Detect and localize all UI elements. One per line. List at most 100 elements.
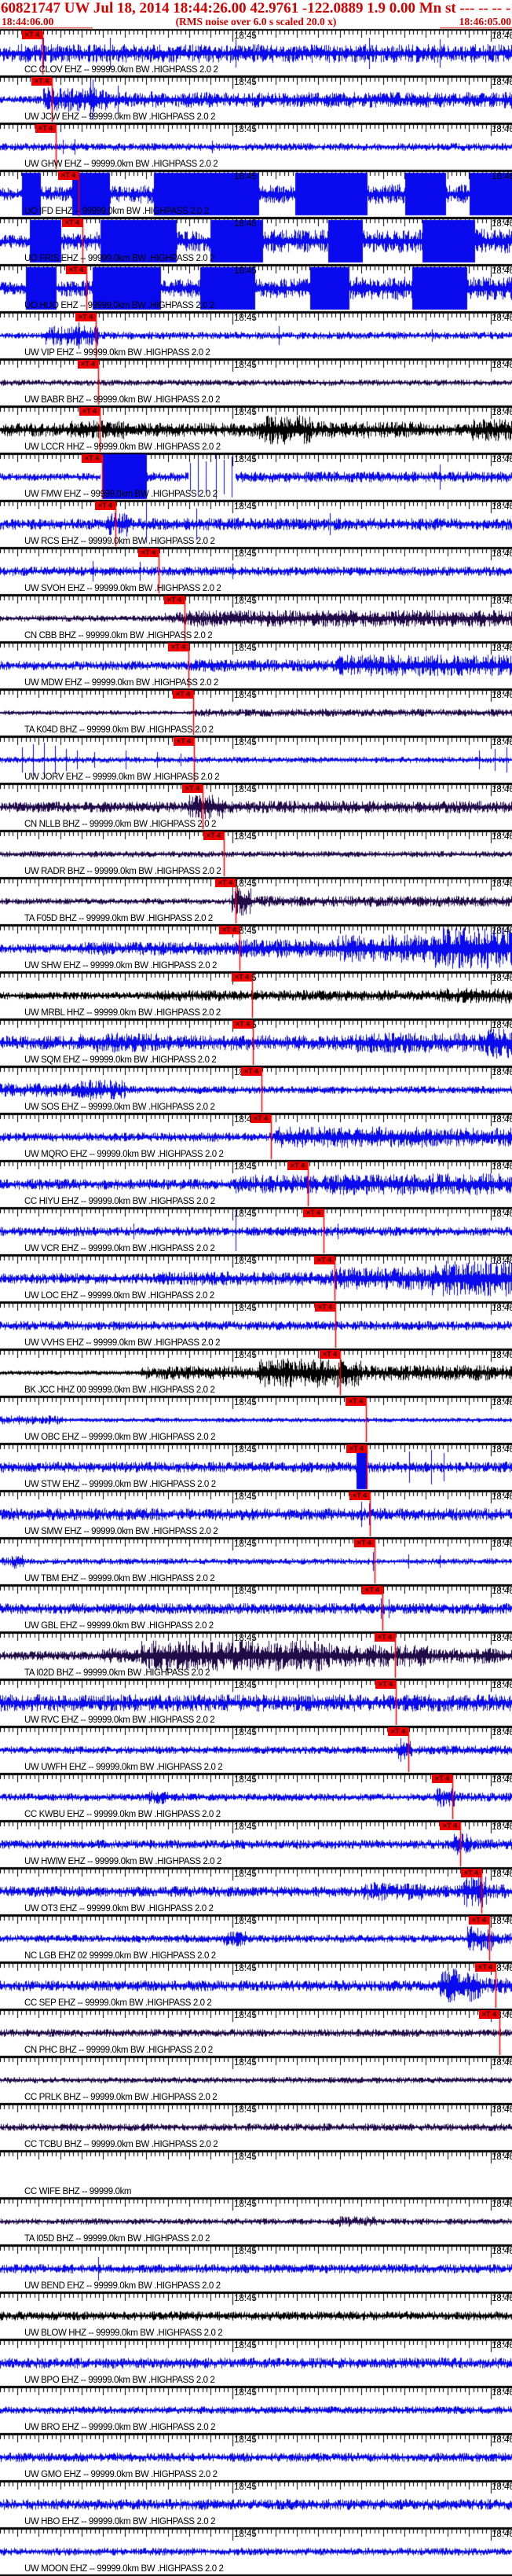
minute-label: 18:45 [234,785,257,794]
trace-label: TA I02D BHZ -- 99999.0km BW .HIGHPASS 2.… [24,1668,210,1678]
pick-flag[interactable]: ×T 4 [82,454,102,463]
pick-flag[interactable]: ×T 4 [219,926,240,934]
trace-label: CN NLLB BHZ -- 99999.0km BW .HIGHPASS 2.… [24,820,216,829]
minute-label: 18:45 [234,879,257,889]
trace-label: CC WIFE BHZ -- 99999.0km [24,2187,132,2196]
pick-flag[interactable]: ×T 4 [349,1492,370,1500]
minute-label-right: 18:46 [492,361,512,370]
pick-flag[interactable]: ×T 4 [287,1161,308,1170]
pick-flag[interactable]: ×T 4 [78,360,98,369]
minute-label: 18:45 [234,2247,257,2256]
pick-flag[interactable]: ×T 4 [469,1916,489,1925]
minute-label-right: 18:46 [492,1822,512,1832]
pick-flag[interactable]: ×T 4 [320,1350,340,1359]
minute-label: 18:45 [234,1634,257,1643]
pick-flag[interactable]: ×T 4 [232,1020,253,1029]
pick-flag[interactable]: ×T 4 [315,1303,335,1312]
minute-label-right: 18:46 [492,832,512,842]
pick-flag[interactable]: ×T 4 [346,1444,367,1453]
pick-flag[interactable]: ×T 4 [22,31,42,39]
minute-label-right: 18:46 [492,2200,512,2209]
minute-label: 18:45 [234,2530,257,2539]
trace-label: UW SQM EHZ -- 99999.0km BW .HIGHPASS 2.0… [24,1055,217,1065]
seismogram-review-window: { "palette":{"blue":"#0a0aee","navy":"#2… [0,0,512,2576]
pick-flag[interactable]: ×T 4 [375,1633,395,1642]
trace-label: BK JCC HHZ 00 99999.0km BW .HIGHPASS 2.0… [24,1385,215,1395]
pick-flag[interactable]: ×T 4 [241,1067,261,1076]
minute-label: 18:45 [234,1870,257,1879]
minute-label-right: 18:46 [492,408,512,417]
pick-flag[interactable]: ×T 4 [164,596,185,604]
trace-label: UW MOON EHZ -- 99999.0km BW .HIGHPASS 2.… [24,2564,224,2574]
pick-flag[interactable]: ×T 4 [35,124,56,133]
pick-flag[interactable]: ×T 4 [215,879,236,887]
pick-flag[interactable]: ×T 4 [138,549,159,557]
trace-label: UW JCW EHZ -- 99999.0km BW .HIGHPASS 2.0… [24,112,216,122]
minute-label: 18:45 [234,1445,257,1455]
trace-label: UW RCS EHZ -- 99999.0km BW .HIGHPASS 2.0… [24,537,215,546]
trace-label: NC LGB EHZ 02 99999.0km BW .HIGHPASS 2.0… [24,1951,216,1961]
minute-label: 18:45 [234,125,257,134]
trace-label: UW RVC EHZ -- 99999.0km BW .HIGHPASS 2.0… [24,1715,215,1725]
pick-flag[interactable]: ×T 4 [432,1774,452,1783]
minute-label: 18:45 [234,1681,257,1690]
trace-label: UW RADR BHZ -- 99999.0km BW .HIGHPASS 2.… [24,867,221,876]
pick-flag[interactable]: ×T 4 [475,1963,496,1972]
minute-label-right: 18:46 [492,266,512,276]
trace-label: UW HBO EHZ -- 99999.0km BW .HIGHPASS 2.0… [24,2517,216,2526]
pick-flag[interactable]: ×T 4 [95,501,115,510]
minute-label: 18:45 [234,1162,257,1172]
minute-label-right: 18:46 [492,1870,512,1879]
pick-flag[interactable]: ×T 4 [232,973,252,982]
minute-label: 18:45 [234,2152,257,2162]
minute-label-right: 18:46 [492,1021,512,1030]
pick-flag[interactable]: ×T 4 [440,1822,460,1830]
minute-label: 18:45 [234,408,257,417]
minute-label-right: 18:46 [492,502,512,512]
minute-label-right: 18:46 [492,1209,512,1219]
pick-flag[interactable]: ×T 4 [251,1114,271,1123]
trace-label: UW GBL EHZ -- 99999.0km BW .HIGHPASS 2.0… [24,1621,214,1631]
pick-flag[interactable]: ×T 4 [31,77,52,86]
pick-flag[interactable]: ×T 4 [174,737,194,746]
minute-label-right: 18:46 [492,2435,512,2445]
pick-flag[interactable]: ×T 4 [66,266,86,274]
pick-flag[interactable]: ×T 4 [388,1727,408,1736]
trace-label: UW UWFH EHZ -- 99999.0km BW .HIGHPASS 2.… [24,1763,223,1772]
minute-label-right: 18:46 [492,1917,512,1926]
pick-flag[interactable]: ×T 4 [314,1256,335,1264]
pick-flag[interactable]: ×T 4 [479,2010,499,2019]
minute-label: 18:45 [234,219,257,229]
minute-label-right: 18:46 [492,691,512,700]
minute-label-right: 18:46 [492,78,512,87]
pick-flag[interactable]: ×T 4 [362,1586,382,1594]
pick-flag[interactable]: ×T 4 [346,1397,366,1406]
pick-flag[interactable]: ×T 4 [62,218,82,227]
trace-label: UW BRO EHZ -- 99999.0km BW .HIGHPASS 2.0… [24,2423,216,2432]
pick-flag[interactable]: ×T 4 [168,643,188,651]
minute-label-right: 18:46 [492,1492,512,1502]
pick-flag[interactable]: ×T 4 [461,1869,481,1877]
minute-label-right: 18:46 [492,927,512,936]
trace-label: UO IFD EHZ -- 99999.0km BW .HIGHPASS 2.0… [24,207,209,216]
pick-flag[interactable]: ×T 4 [203,831,224,840]
minute-label-right: 18:46 [492,738,512,747]
trace-label: UW SHW EHZ -- 99999.0km BW .HIGHPASS 2.0… [24,961,217,971]
minute-label-right: 18:46 [492,1398,512,1407]
pick-flag[interactable]: ×T 4 [79,407,100,416]
trace-label: UW SOS EHZ -- 99999.0km BW .HIGHPASS 2.0… [24,1103,215,1112]
minute-label: 18:45 [234,596,257,606]
minute-label: 18:45 [234,455,257,464]
minute-label-right: 18:46 [492,1775,512,1785]
pick-flag[interactable]: ×T 4 [173,690,193,699]
pick-flag[interactable]: ×T 4 [182,784,203,793]
minute-label: 18:45 [234,502,257,512]
pick-flag[interactable]: ×T 4 [303,1209,324,1217]
pick-flag[interactable]: ×T 4 [75,313,96,321]
trace-label: UW BPO EHZ -- 99999.0km BW .HIGHPASS 2.0… [24,2376,215,2385]
pick-flag[interactable]: ×T 4 [58,171,79,180]
pick-flag[interactable]: ×T 4 [354,1539,375,1547]
trace-label: UW BABR BHZ -- 99999.0km BW .HIGHPASS 2.… [24,395,221,405]
pick-flag[interactable]: ×T 4 [375,1680,396,1689]
minute-label-right: 18:46 [492,31,512,41]
